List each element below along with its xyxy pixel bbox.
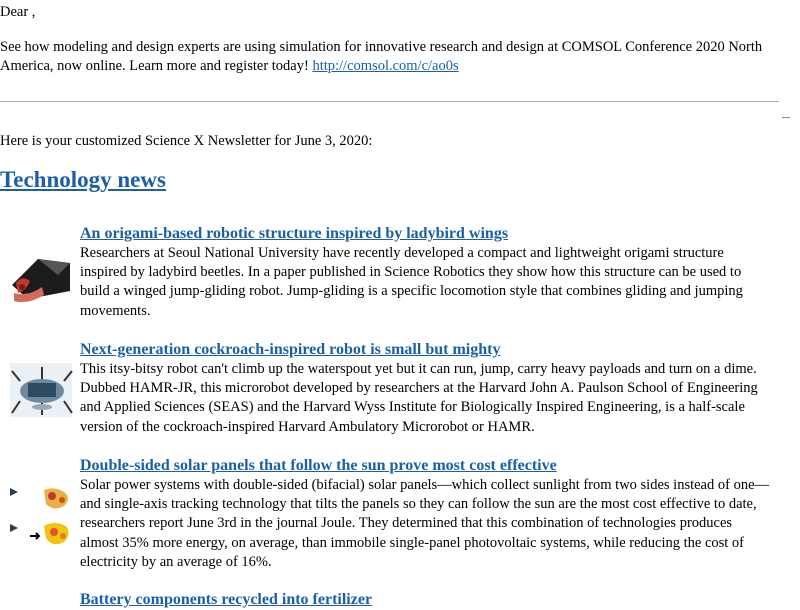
greeting: Dear , (0, 4, 36, 20)
article-summary: Researchers at Seoul National University… (80, 245, 743, 319)
promo-link[interactable]: http://comsol.com/c/ao0s (312, 58, 458, 74)
ladybird-robot-image[interactable] (8, 241, 74, 307)
newsletter-intro: Here is your customized Science X Newsle… (0, 133, 373, 149)
solar-map-image[interactable] (8, 484, 74, 550)
article-title[interactable]: Next-generation cockroach-inspired robot… (80, 340, 500, 360)
promo-paragraph: See how modeling and design experts are … (0, 38, 790, 76)
divider-edge (782, 117, 790, 118)
divider (0, 101, 779, 102)
cockroach-robot-image[interactable] (8, 357, 74, 423)
article-title[interactable]: An origami-based robotic structure inspi… (80, 224, 508, 244)
article-summary: This itsy-bitsy robot can't climb up the… (80, 361, 758, 435)
article-summary: Solar power systems with double-sided (b… (80, 477, 770, 570)
article-title[interactable]: Battery components recycled into fertili… (80, 590, 372, 610)
article-title[interactable]: Double-sided solar panels that follow th… (80, 456, 557, 476)
section-title-technology[interactable]: Technology news (0, 166, 166, 194)
